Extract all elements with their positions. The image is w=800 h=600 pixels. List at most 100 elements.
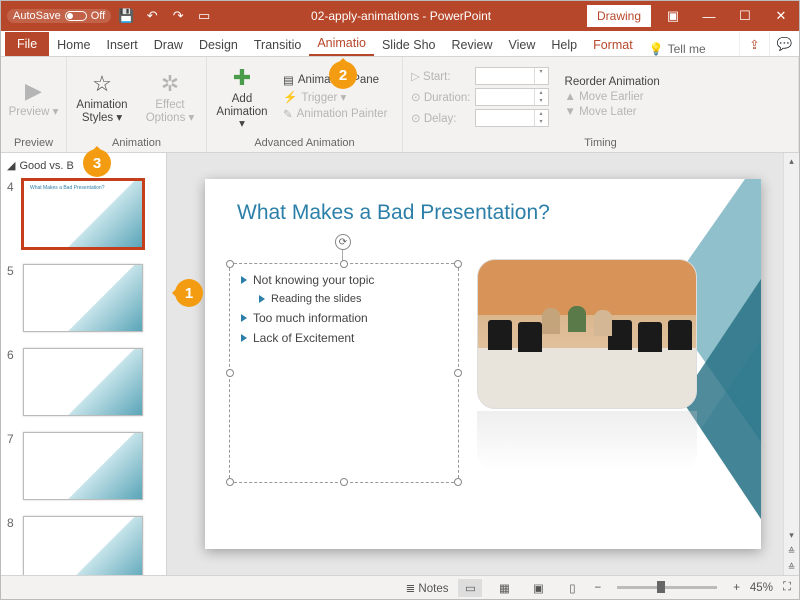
ribbon-tabs: File Home Insert Draw Design Transitio A… bbox=[1, 31, 799, 57]
autosave-toggle[interactable]: AutoSave Off bbox=[7, 9, 111, 23]
notes-button[interactable]: ≣ Notes bbox=[406, 581, 449, 595]
window-title: 02-apply-animations - PowerPoint bbox=[215, 9, 587, 23]
move-later-button[interactable]: ▼ Move Later bbox=[565, 106, 660, 118]
collapse-icon: ◢ bbox=[7, 159, 15, 172]
tab-home[interactable]: Home bbox=[49, 34, 98, 56]
ribbon-animations: ▶ Preview ▾ Preview ☆ Animation Styles ▾… bbox=[1, 57, 799, 153]
slide-thumbnail-pane[interactable]: ◢ Good vs. B 4What Makes a Bad Presentat… bbox=[1, 153, 167, 575]
trigger-button[interactable]: ⚡Trigger ▾ bbox=[283, 90, 387, 104]
tell-me-search[interactable]: 💡 Tell me bbox=[641, 42, 714, 56]
scroll-down-icon[interactable]: ▾ bbox=[784, 527, 799, 543]
slide-thumbnail-4[interactable]: What Makes a Bad Presentation? bbox=[23, 180, 143, 248]
resize-handle[interactable] bbox=[340, 260, 348, 268]
zoom-level[interactable]: 45% bbox=[750, 582, 773, 594]
resize-handle[interactable] bbox=[340, 478, 348, 486]
start-select[interactable]: ▾ bbox=[475, 67, 549, 85]
slideshow-view-icon[interactable]: ▯ bbox=[560, 579, 584, 597]
slide-title[interactable]: What Makes a Bad Presentation? bbox=[237, 201, 550, 225]
thumb-number: 4 bbox=[7, 180, 17, 194]
slide-thumbnail-8[interactable] bbox=[23, 516, 143, 575]
title-bar: AutoSave Off 💾 ↶ ↷ ▭ 02-apply-animations… bbox=[1, 1, 799, 31]
duration-input[interactable]: ▴▾ bbox=[475, 88, 549, 106]
save-icon[interactable]: 💾 bbox=[115, 5, 137, 27]
thumb-number: 5 bbox=[7, 264, 17, 278]
tab-draw[interactable]: Draw bbox=[146, 34, 191, 56]
resize-handle[interactable] bbox=[226, 478, 234, 486]
minimize-button[interactable]: — bbox=[691, 1, 727, 31]
zoom-in-button[interactable]: + bbox=[733, 582, 740, 594]
vertical-scrollbar[interactable]: ▴ ▾ ≙ ≙ bbox=[783, 153, 799, 575]
reading-view-icon[interactable]: ▣ bbox=[526, 579, 550, 597]
prev-slide-icon[interactable]: ≙ bbox=[784, 543, 799, 559]
bullet-list[interactable]: Not knowing your topic Reading the slide… bbox=[241, 273, 374, 351]
preview-icon: ▶ bbox=[25, 76, 42, 106]
share-button[interactable]: ⇪ bbox=[739, 32, 769, 56]
tab-review[interactable]: Review bbox=[443, 34, 500, 56]
delay-label: ⊙ Delay: bbox=[411, 111, 471, 125]
slide-image[interactable] bbox=[477, 259, 697, 409]
thumb-number: 8 bbox=[7, 516, 17, 530]
scroll-up-icon[interactable]: ▴ bbox=[784, 153, 799, 169]
start-label: ▷ Start: bbox=[411, 69, 471, 83]
redo-icon[interactable]: ↷ bbox=[167, 5, 189, 27]
tab-format[interactable]: Format bbox=[585, 34, 641, 56]
ribbon-display-icon[interactable]: ▣ bbox=[655, 1, 691, 31]
resize-handle[interactable] bbox=[454, 260, 462, 268]
slide-sorter-icon[interactable]: ▦ bbox=[492, 579, 516, 597]
callout-1: 1 bbox=[175, 279, 203, 307]
effect-icon: ✲ bbox=[161, 69, 179, 99]
close-button[interactable]: ✕ bbox=[763, 1, 799, 31]
callout-2: 2 bbox=[329, 61, 357, 89]
tab-help[interactable]: Help bbox=[543, 34, 585, 56]
reorder-label: Reorder Animation bbox=[565, 76, 660, 88]
add-animation-button[interactable]: ✚ Add Animation ▾ bbox=[211, 61, 273, 133]
resize-handle[interactable] bbox=[454, 369, 462, 377]
effect-options-button[interactable]: ✲ Effect Options ▾ bbox=[139, 67, 201, 126]
slide-thumbnail-7[interactable] bbox=[23, 432, 143, 500]
mode-indicator[interactable]: Drawing bbox=[587, 5, 651, 27]
thumb-number: 7 bbox=[7, 432, 17, 446]
comments-button[interactable]: 💬 bbox=[769, 32, 799, 56]
toggle-off-icon bbox=[65, 11, 87, 21]
undo-icon[interactable]: ↶ bbox=[141, 5, 163, 27]
move-earlier-button[interactable]: ▲ Move Earlier bbox=[565, 91, 660, 103]
bullet-icon bbox=[259, 295, 265, 303]
start-slideshow-icon[interactable]: ▭ bbox=[193, 5, 215, 27]
tab-view[interactable]: View bbox=[500, 34, 543, 56]
tab-design[interactable]: Design bbox=[191, 34, 246, 56]
image-reflection bbox=[477, 411, 697, 471]
group-preview-label: Preview bbox=[5, 135, 62, 152]
rotate-handle-icon[interactable]: ⟳ bbox=[335, 234, 351, 250]
delay-input[interactable]: ▴▾ bbox=[475, 109, 549, 127]
tab-insert[interactable]: Insert bbox=[99, 34, 146, 56]
bullet-icon bbox=[241, 276, 247, 284]
tab-transitions[interactable]: Transitio bbox=[246, 34, 309, 56]
maximize-button[interactable]: ☐ bbox=[727, 1, 763, 31]
animation-painter-button[interactable]: ✎Animation Painter bbox=[283, 107, 387, 121]
animation-styles-button[interactable]: ☆ Animation Styles ▾ bbox=[71, 67, 133, 126]
slide[interactable]: What Makes a Bad Presentation? ⟳ Not kno… bbox=[205, 179, 761, 549]
trigger-icon: ⚡ bbox=[283, 90, 297, 104]
bullet-icon bbox=[241, 314, 247, 322]
tab-file[interactable]: File bbox=[5, 32, 49, 56]
zoom-slider[interactable] bbox=[617, 586, 717, 589]
normal-view-icon[interactable]: ▭ bbox=[458, 579, 482, 597]
callout-3: 3 bbox=[83, 149, 111, 177]
slide-thumbnail-5[interactable] bbox=[23, 264, 143, 332]
slide-canvas-area[interactable]: What Makes a Bad Presentation? ⟳ Not kno… bbox=[167, 153, 799, 575]
star-icon: ☆ bbox=[92, 69, 112, 99]
preview-button[interactable]: ▶ Preview ▾ bbox=[5, 74, 62, 121]
resize-handle[interactable] bbox=[226, 260, 234, 268]
resize-handle[interactable] bbox=[226, 369, 234, 377]
slide-thumbnail-6[interactable] bbox=[23, 348, 143, 416]
zoom-out-button[interactable]: − bbox=[594, 582, 601, 594]
resize-handle[interactable] bbox=[454, 478, 462, 486]
next-slide-icon[interactable]: ≙ bbox=[784, 559, 799, 575]
status-bar: ≣ Notes ▭ ▦ ▣ ▯ − + 45% ⛶ bbox=[1, 575, 799, 599]
tab-slideshow[interactable]: Slide Sho bbox=[374, 34, 444, 56]
fit-window-icon[interactable]: ⛶ bbox=[783, 581, 791, 594]
group-timing-label: Timing bbox=[407, 135, 794, 152]
pane-icon: ▤ bbox=[283, 73, 294, 87]
thumb-number: 6 bbox=[7, 348, 17, 362]
lightbulb-icon: 💡 bbox=[649, 42, 664, 56]
